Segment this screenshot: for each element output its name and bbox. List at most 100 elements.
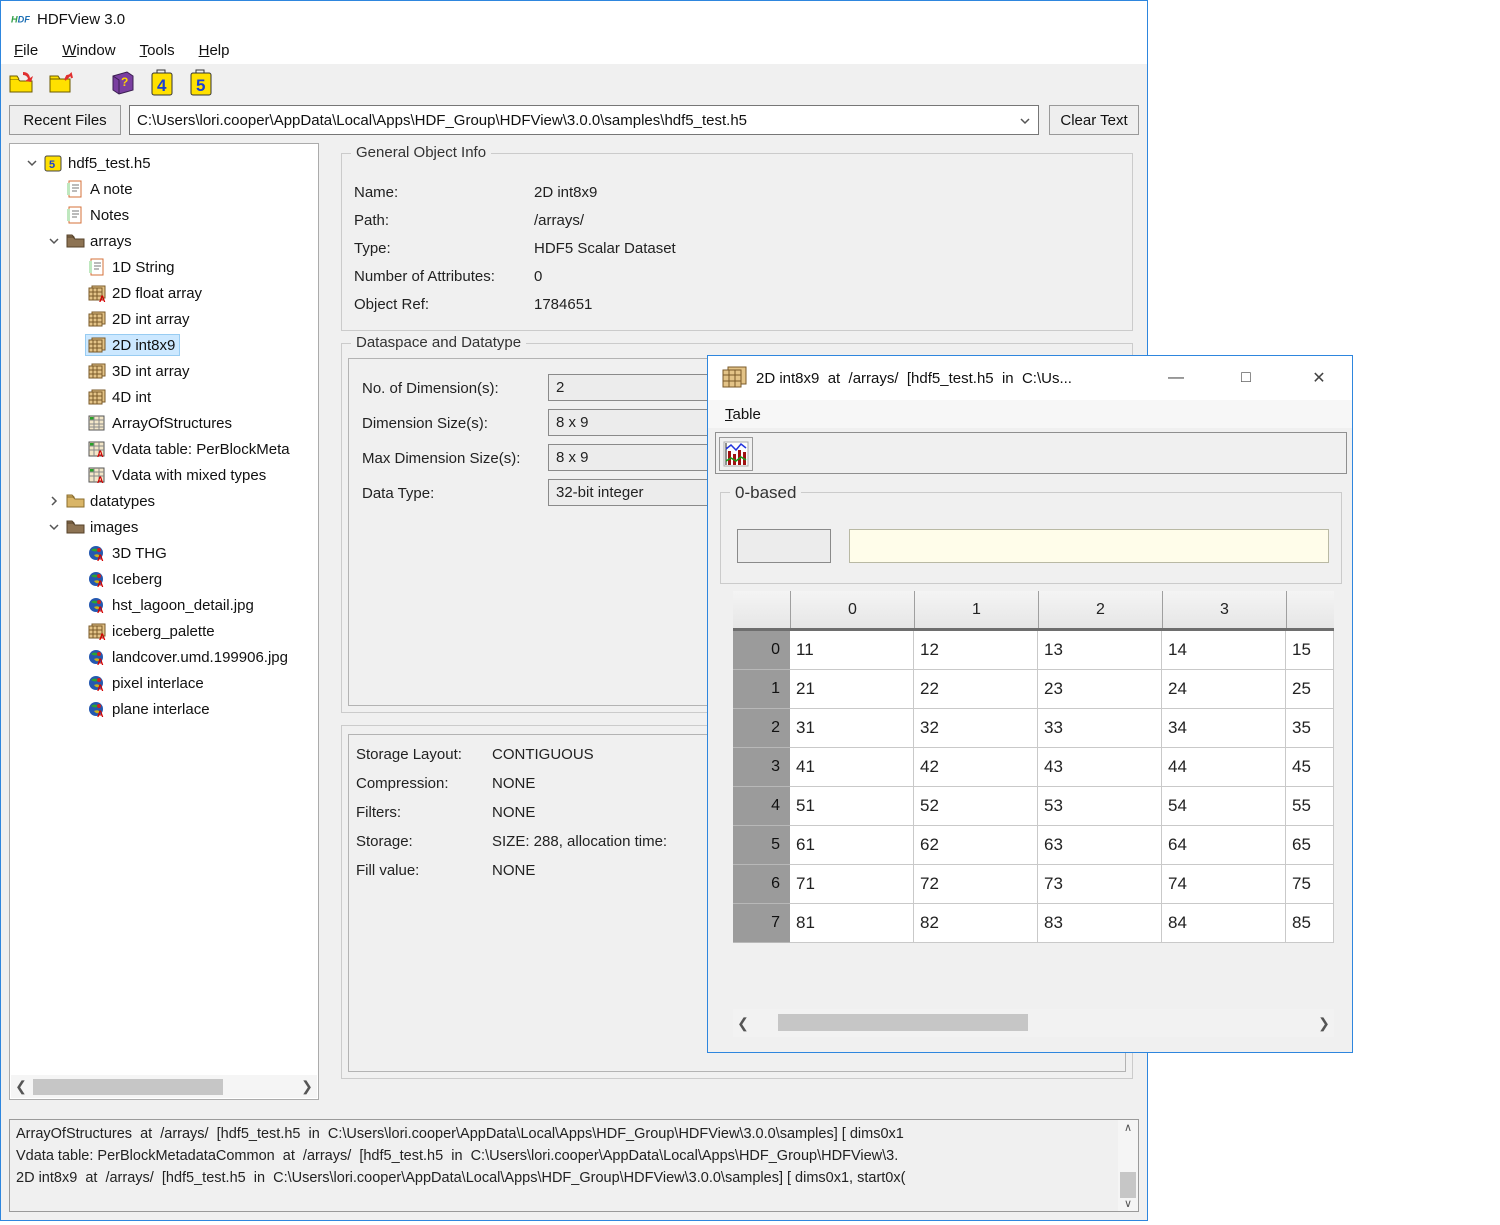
column-header[interactable]: 3 xyxy=(1162,591,1286,628)
tree-item-3[interactable]: arrays xyxy=(10,228,318,254)
main-titlebar[interactable]: HDF HDFView 3.0 xyxy=(1,1,1147,37)
row-header[interactable]: 1 xyxy=(733,670,790,709)
tree-item-9[interactable]: 4D int xyxy=(10,384,318,410)
scroll-right-icon[interactable]: ❯ xyxy=(1314,1015,1334,1032)
scroll-down-icon[interactable]: ∨ xyxy=(1118,1197,1138,1210)
table-cell[interactable]: 44 xyxy=(1162,748,1286,787)
table-cell[interactable]: 71 xyxy=(790,865,914,904)
table-cell[interactable]: 43 xyxy=(1038,748,1162,787)
table-close-button[interactable]: ✕ xyxy=(1294,356,1344,400)
table-cell[interactable]: 63 xyxy=(1038,826,1162,865)
log-vscroll-thumb[interactable] xyxy=(1120,1172,1136,1198)
log-vscrollbar[interactable]: ∧ ∨ xyxy=(1118,1120,1138,1211)
table-cell[interactable]: 45 xyxy=(1286,748,1334,787)
row-header[interactable]: 4 xyxy=(733,787,790,826)
table-cell[interactable]: 84 xyxy=(1162,904,1286,943)
tree-item-13[interactable]: datatypes xyxy=(10,488,318,514)
chevron-down-icon[interactable] xyxy=(1018,114,1032,128)
column-header[interactable]: 0 xyxy=(790,591,914,628)
table-cell[interactable]: 75 xyxy=(1286,865,1334,904)
tree-item-8[interactable]: 3D int array xyxy=(10,358,318,384)
cell-reference-field[interactable] xyxy=(737,529,831,563)
chevron-down-icon[interactable] xyxy=(44,518,64,536)
tree-item-5[interactable]: A2D float array xyxy=(10,280,318,306)
open-chart-button[interactable] xyxy=(719,437,753,471)
table-cell[interactable]: 34 xyxy=(1162,709,1286,748)
table-cell[interactable]: 42 xyxy=(914,748,1038,787)
row-header[interactable]: 6 xyxy=(733,865,790,904)
status-log[interactable]: ArrayOfStructures at /arrays/ [hdf5_test… xyxy=(9,1119,1139,1212)
hdf5-button[interactable]: 5 xyxy=(185,67,217,99)
menu-help[interactable]: Help xyxy=(194,42,235,59)
menu-tools[interactable]: Tools xyxy=(135,42,180,59)
tree-item-14[interactable]: images xyxy=(10,514,318,540)
hdf4-button[interactable]: 4 xyxy=(146,67,178,99)
table-cell[interactable]: 65 xyxy=(1286,826,1334,865)
chevron-right-icon[interactable] xyxy=(44,492,64,510)
table-cell[interactable]: 41 xyxy=(790,748,914,787)
table-cell[interactable]: 23 xyxy=(1038,670,1162,709)
scroll-up-icon[interactable]: ∧ xyxy=(1118,1121,1138,1134)
tree-item-12[interactable]: AVdata with mixed types xyxy=(10,462,318,488)
row-header[interactable]: 0 xyxy=(733,631,790,670)
table-cell[interactable]: 83 xyxy=(1038,904,1162,943)
chevron-down-icon[interactable] xyxy=(44,232,64,250)
tree-item-20[interactable]: Apixel interlace xyxy=(10,670,318,696)
table-cell[interactable]: 35 xyxy=(1286,709,1334,748)
menu-table[interactable]: Table xyxy=(720,406,766,423)
column-header[interactable]: 1 xyxy=(914,591,1038,628)
table-cell[interactable]: 73 xyxy=(1038,865,1162,904)
table-hscrollbar[interactable]: ❮ ❯ xyxy=(733,1009,1334,1037)
scroll-left-icon[interactable]: ❮ xyxy=(11,1078,31,1095)
table-cell[interactable]: 11 xyxy=(790,631,914,670)
table-cell[interactable]: 72 xyxy=(914,865,1038,904)
table-cell[interactable]: 74 xyxy=(1162,865,1286,904)
tree-item-4[interactable]: 1D String xyxy=(10,254,318,280)
table-cell[interactable]: 82 xyxy=(914,904,1038,943)
tree-item-15[interactable]: A3D THG xyxy=(10,540,318,566)
tree-item-10[interactable]: ArrayOfStructures xyxy=(10,410,318,436)
tree-item-17[interactable]: Ahst_lagoon_detail.jpg xyxy=(10,592,318,618)
tree-item-19[interactable]: Alandcover.umd.199906.jpg xyxy=(10,644,318,670)
row-header[interactable]: 2 xyxy=(733,709,790,748)
column-header[interactable]: 2 xyxy=(1038,591,1162,628)
scroll-right-icon[interactable]: ❯ xyxy=(297,1078,317,1095)
table-cell[interactable]: 81 xyxy=(790,904,914,943)
column-header[interactable] xyxy=(1286,591,1334,628)
table-cell[interactable]: 31 xyxy=(790,709,914,748)
file-path-combobox[interactable]: C:\Users\lori.cooper\AppData\Local\Apps\… xyxy=(129,105,1039,135)
tree-item-7[interactable]: 2D int8x9 xyxy=(10,332,318,358)
tree-hscrollbar[interactable]: ❮ ❯ xyxy=(11,1075,317,1098)
table-cell[interactable]: 64 xyxy=(1162,826,1286,865)
table-cell[interactable]: 15 xyxy=(1286,631,1334,670)
table-cell[interactable]: 53 xyxy=(1038,787,1162,826)
row-header[interactable]: 7 xyxy=(733,904,790,943)
help-book-button[interactable]: ? xyxy=(107,67,139,99)
tree-item-11[interactable]: AVdata table: PerBlockMeta xyxy=(10,436,318,462)
tree-hscroll-thumb[interactable] xyxy=(33,1079,223,1095)
menu-window[interactable]: Window xyxy=(57,42,120,59)
table-hscroll-thumb[interactable] xyxy=(778,1014,1028,1031)
cell-value-field[interactable] xyxy=(849,529,1329,563)
open-file-button[interactable] xyxy=(7,67,39,99)
table-cell[interactable]: 12 xyxy=(914,631,1038,670)
row-header[interactable]: 3 xyxy=(733,748,790,787)
table-cell[interactable]: 61 xyxy=(790,826,914,865)
table-maximize-button[interactable]: □ xyxy=(1221,356,1271,400)
table-cell[interactable]: 51 xyxy=(790,787,914,826)
table-cell[interactable]: 24 xyxy=(1162,670,1286,709)
tree-item-1[interactable]: A note xyxy=(10,176,318,202)
tree-item-18[interactable]: Aiceberg_palette xyxy=(10,618,318,644)
table-cell[interactable]: 33 xyxy=(1038,709,1162,748)
table-cell[interactable]: 32 xyxy=(914,709,1038,748)
table-minimize-button[interactable]: — xyxy=(1151,356,1201,400)
tree-item-16[interactable]: AIceberg xyxy=(10,566,318,592)
tree-item-6[interactable]: 2D int array xyxy=(10,306,318,332)
tree-item-0[interactable]: 5hdf5_test.h5 xyxy=(10,150,318,176)
close-file-button[interactable] xyxy=(46,67,78,99)
menu-file[interactable]: File xyxy=(9,42,43,59)
table-cell[interactable]: 52 xyxy=(914,787,1038,826)
table-cell[interactable]: 54 xyxy=(1162,787,1286,826)
scroll-left-icon[interactable]: ❮ xyxy=(733,1015,753,1032)
recent-files-button[interactable]: Recent Files xyxy=(9,105,121,135)
